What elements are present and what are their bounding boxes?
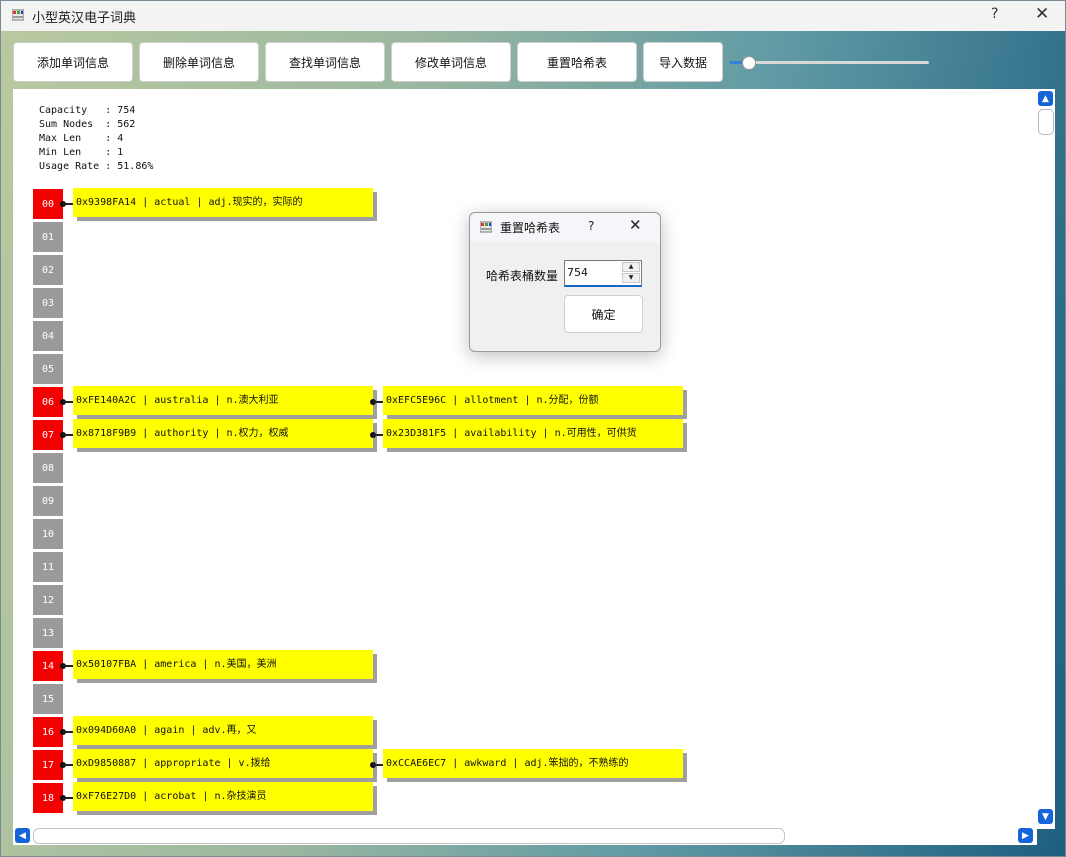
spin-down-icon[interactable]: ▼ [622, 273, 640, 283]
bucket-11: 11 [33, 552, 63, 582]
bucket-03: 03 [33, 288, 63, 318]
bucket-17: 17 [33, 750, 63, 780]
bucket-02: 02 [33, 255, 63, 285]
add-word-button[interactable]: 添加单词信息 [13, 42, 133, 82]
word-node[interactable]: 0xFE140A2C | australia | n.澳大利亚 [73, 386, 373, 415]
help-button[interactable]: ? [991, 6, 998, 22]
stat-capacity: Capacity : 754 [39, 105, 136, 116]
dictionary-icon [480, 221, 492, 233]
stat-usage-rate: Usage Rate : 51.86% [39, 161, 154, 172]
slider-thumb[interactable] [742, 56, 756, 70]
stat-sum-nodes: Sum Nodes : 562 [39, 119, 136, 130]
bucket-15: 15 [33, 684, 63, 714]
link-arrow [373, 401, 383, 403]
link-arrow [63, 797, 73, 799]
reset-hash-dialog: 重置哈希表 ? ✕ 哈希表桶数量 754 ▲ ▼ 确定 [469, 212, 661, 352]
word-node[interactable]: 0xEFC5E96C | allotment | n.分配，份额 [383, 386, 683, 415]
word-node[interactable]: 0xCCAE6EC7 | awkward | adj.笨拙的，不熟练的 [383, 749, 683, 778]
horizontal-scrollbar[interactable]: ◀ ▶ [13, 827, 1037, 845]
stat-max-len: Max Len : 4 [39, 133, 124, 144]
dialog-title-bar: 重置哈希表 ? ✕ [470, 213, 660, 242]
word-node[interactable]: 0x9398FA14 | actual | adj.现实的，实际的 [73, 188, 373, 217]
close-button[interactable]: ✕ [1035, 4, 1049, 24]
spin-up-icon[interactable]: ▲ [622, 262, 640, 272]
word-node[interactable]: 0x23D381F5 | availability | n.可用性，可供货 [383, 419, 683, 448]
arrow-up-icon[interactable]: ▲ [1038, 91, 1053, 106]
bucket-00: 00 [33, 189, 63, 219]
bucket-10: 10 [33, 519, 63, 549]
reset-hash-table-button[interactable]: 重置哈希表 [517, 42, 637, 82]
horizontal-scroll-thumb[interactable] [33, 828, 785, 844]
bucket-06: 06 [33, 387, 63, 417]
bucket-12: 12 [33, 585, 63, 615]
zoom-slider[interactable] [729, 61, 929, 64]
bucket-count-label: 哈希表桶数量 [486, 269, 559, 283]
bucket-count-spinbox[interactable]: 754 ▲ ▼ [564, 260, 642, 287]
bucket-05: 05 [33, 354, 63, 384]
word-node[interactable]: 0x8718F9B9 | authority | n.权力，权威 [73, 419, 373, 448]
hash-table-view: Capacity : 754 Sum Nodes : 562 Max Len :… [13, 89, 1037, 827]
link-arrow [63, 434, 73, 436]
stat-min-len: Min Len : 1 [39, 147, 124, 158]
arrow-left-icon[interactable]: ◀ [15, 828, 30, 843]
modify-word-button[interactable]: 修改单词信息 [391, 42, 511, 82]
word-node[interactable]: 0x094D60A0 | again | adv.再，又 [73, 716, 373, 745]
arrow-right-icon[interactable]: ▶ [1018, 828, 1033, 843]
word-node[interactable]: 0xF76E27D0 | acrobat | n.杂技演员 [73, 782, 373, 811]
link-arrow [63, 764, 73, 766]
bucket-01: 01 [33, 222, 63, 252]
confirm-button[interactable]: 确定 [564, 295, 643, 333]
dictionary-icon [12, 9, 24, 21]
link-arrow [63, 401, 73, 403]
client-area: 添加单词信息 删除单词信息 查找单词信息 修改单词信息 重置哈希表 导入数据 C… [1, 31, 1065, 856]
import-data-button[interactable]: 导入数据 [643, 42, 723, 82]
link-arrow [373, 764, 383, 766]
main-window: 小型英汉电子词典 ? ✕ 添加单词信息 删除单词信息 查找单词信息 修改单词信息… [0, 0, 1066, 857]
link-arrow [63, 665, 73, 667]
link-arrow [373, 434, 383, 436]
bucket-09: 09 [33, 486, 63, 516]
bucket-18: 18 [33, 783, 63, 813]
title-bar: 小型英汉电子词典 ? ✕ [1, 1, 1065, 31]
find-word-button[interactable]: 查找单词信息 [265, 42, 385, 82]
bucket-14: 14 [33, 651, 63, 681]
window-title: 小型英汉电子词典 [32, 11, 137, 26]
delete-word-button[interactable]: 删除单词信息 [139, 42, 259, 82]
bucket-13: 13 [33, 618, 63, 648]
word-node[interactable]: 0x50107FBA | america | n.美国，美洲 [73, 650, 373, 679]
dialog-close-button[interactable]: ✕ [629, 216, 642, 234]
dialog-help-button[interactable]: ? [588, 219, 594, 233]
vertical-scroll-thumb[interactable] [1038, 109, 1054, 135]
link-arrow [63, 731, 73, 733]
dialog-title: 重置哈希表 [500, 221, 561, 235]
arrow-down-icon[interactable]: ▼ [1038, 809, 1053, 824]
vertical-scrollbar[interactable]: ▲ ▼ [1037, 89, 1055, 829]
stats-panel: Capacity : 754 Sum Nodes : 562 Max Len :… [39, 104, 153, 174]
bucket-count-value[interactable]: 754 [567, 266, 588, 279]
bucket-16: 16 [33, 717, 63, 747]
word-node[interactable]: 0xD9850887 | appropriate | v.拨给 [73, 749, 373, 778]
bucket-07: 07 [33, 420, 63, 450]
bucket-08: 08 [33, 453, 63, 483]
link-arrow [63, 203, 73, 205]
bucket-04: 04 [33, 321, 63, 351]
